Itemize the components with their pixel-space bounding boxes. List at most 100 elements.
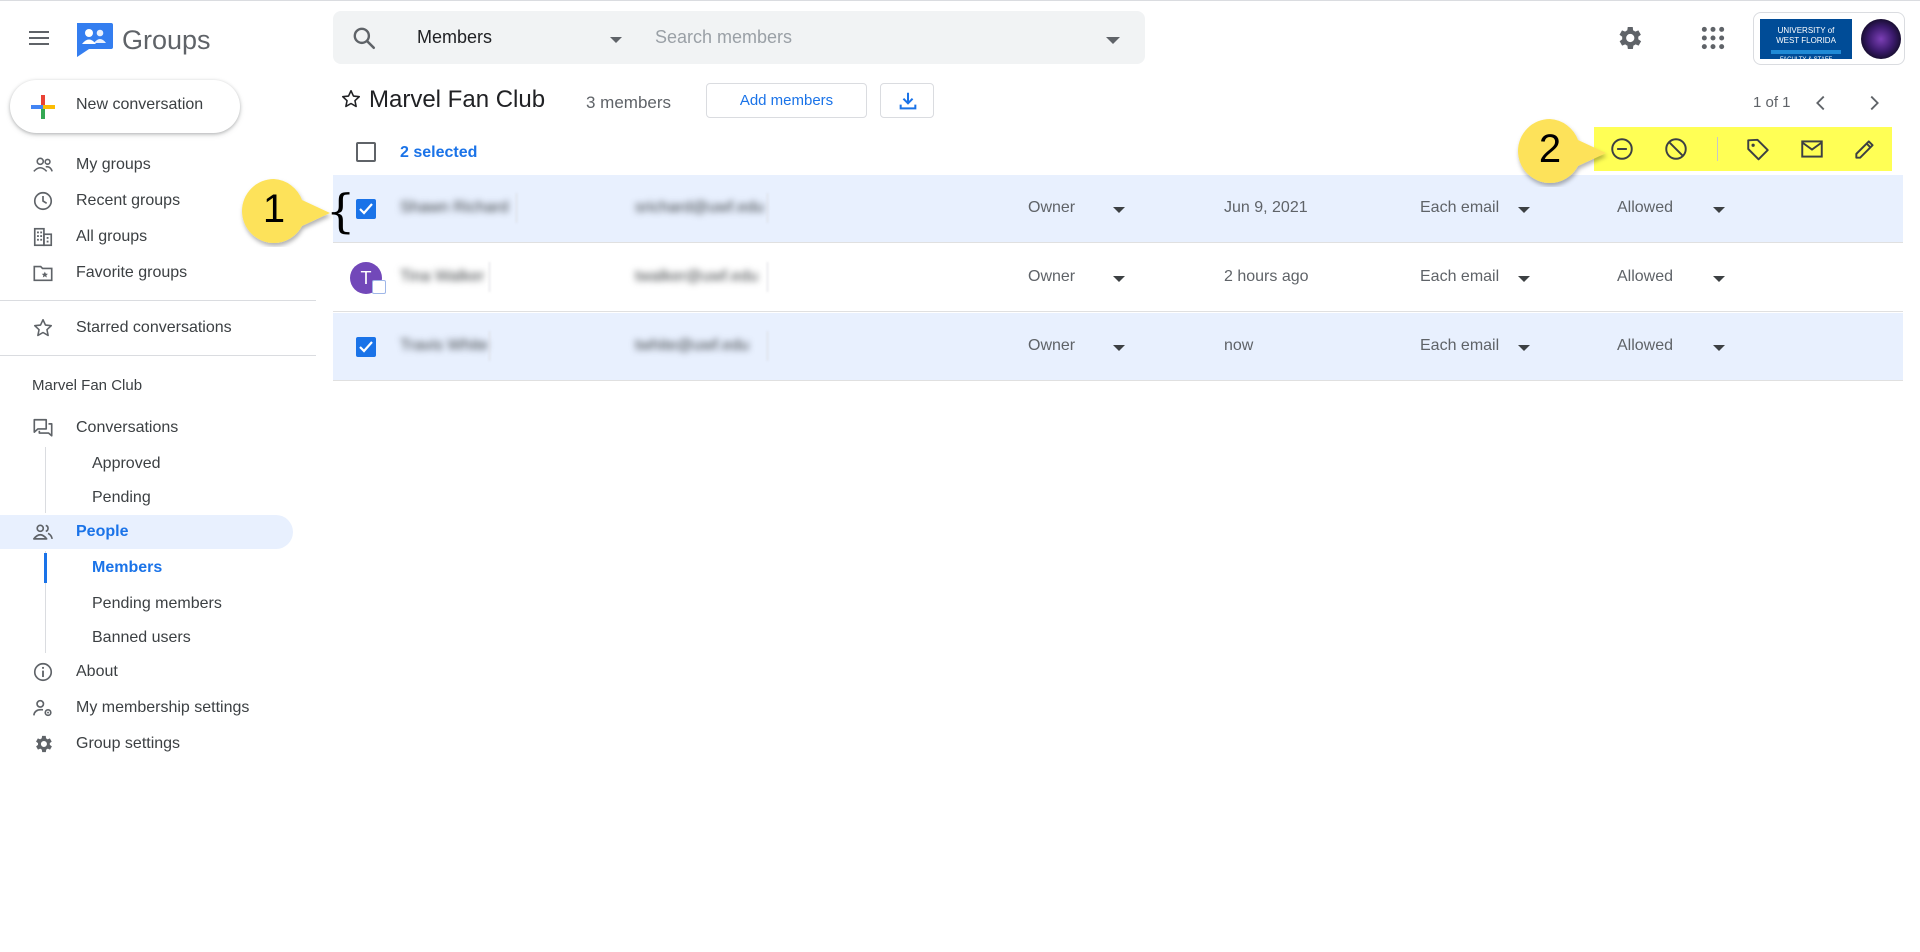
member-role[interactable]: Owner — [1028, 337, 1075, 355]
sidebar-item-starred-conversations[interactable]: Starred conversations — [0, 311, 293, 345]
join-date: Jun 9, 2021 — [1224, 199, 1308, 216]
main-menu-icon[interactable] — [24, 23, 54, 53]
account-avatar[interactable] — [1861, 19, 1901, 59]
sidebar-item-banned-users[interactable]: Banned users — [0, 622, 293, 654]
sidebar-item-pending[interactable]: Pending — [0, 482, 293, 514]
account-switcher[interactable]: UNIVERSITY of WEST FLORIDA FACULTY & STA… — [1753, 12, 1905, 65]
sidebar-item-label: About — [76, 663, 118, 680]
page-title: Marvel Fan Club — [369, 86, 546, 113]
delivery-chevron-down-icon[interactable] — [1518, 207, 1530, 213]
top-bar: Groups Members UNIVERSITY of WEST FLORID… — [0, 0, 1920, 74]
selected-count: 2 selected — [400, 144, 478, 161]
edit-pencil-icon[interactable] — [1852, 136, 1878, 162]
select-all-checkbox[interactable] — [356, 142, 376, 162]
search-bar: Members — [333, 11, 1145, 64]
people-outline-icon — [33, 157, 53, 172]
row-checkbox[interactable] — [356, 199, 376, 219]
posting-chevron-down-icon[interactable] — [1713, 276, 1725, 282]
role-chevron-down-icon[interactable] — [1113, 345, 1125, 351]
building-icon — [33, 227, 53, 247]
export-members-button[interactable] — [880, 83, 934, 118]
avatar-initial: T — [360, 268, 372, 288]
table-row[interactable]: T Tina Walker twalker@uwf.edu Owner 2 ho… — [333, 244, 1903, 312]
posting-chevron-down-icon[interactable] — [1713, 207, 1725, 213]
apps-grid-icon[interactable] — [1700, 25, 1726, 51]
ban-icon[interactable] — [1663, 136, 1689, 162]
member-name[interactable]: Shawn Richard — [400, 199, 509, 217]
org-logo-bar — [1771, 50, 1841, 54]
bulk-actions-toolbar — [1594, 127, 1892, 171]
sidebar-item-label: All groups — [76, 228, 148, 245]
search-icon[interactable] — [351, 25, 377, 51]
sidebar-item-approved[interactable]: Approved — [0, 448, 293, 480]
plus-icon — [31, 95, 55, 119]
table-row[interactable]: Shawn Richard srichard@uwf.edu Owner Jun… — [333, 175, 1903, 243]
member-name[interactable]: Tina Walker — [400, 268, 484, 286]
chevron-right-icon[interactable] — [1863, 92, 1885, 114]
add-members-button[interactable]: Add members — [706, 83, 867, 118]
org-logo-text-3: FACULTY & STAFF — [1779, 57, 1833, 63]
callout-label: 2 — [1538, 127, 1562, 171]
sidebar-item-label: Members — [92, 559, 163, 576]
delivery-setting[interactable]: Each email — [1420, 337, 1499, 355]
search-scope-selector[interactable]: Members — [417, 27, 492, 48]
column-divider — [767, 193, 768, 223]
member-avatar[interactable]: T — [350, 262, 386, 294]
sidebar-item-label: Conversations — [76, 419, 179, 436]
delivery-setting[interactable]: Each email — [1420, 268, 1499, 286]
sidebar-divider — [0, 355, 316, 356]
sidebar-item-conversations[interactable]: Conversations — [0, 411, 293, 445]
sidebar-item-label: Favorite groups — [76, 264, 188, 281]
gear-icon[interactable] — [1614, 23, 1644, 53]
org-logo-text-1: UNIVERSITY of — [1777, 26, 1835, 35]
delivery-setting[interactable]: Each email — [1420, 199, 1499, 217]
delivery-chevron-down-icon[interactable] — [1518, 345, 1530, 351]
sidebar-item-members[interactable]: Members — [0, 552, 293, 584]
star-outline-icon — [33, 318, 53, 337]
member-email: twalker@uwf.edu — [635, 268, 758, 285]
sidebar-item-about[interactable]: About — [0, 655, 293, 689]
mail-icon[interactable] — [1799, 136, 1825, 162]
sidebar-item-favorite-groups[interactable]: Favorite groups — [0, 256, 293, 290]
new-conversation-label: New conversation — [76, 96, 204, 113]
remove-member-icon[interactable] — [1609, 136, 1635, 162]
chevron-left-icon[interactable] — [1810, 92, 1832, 114]
sidebar-item-label: My groups — [76, 156, 151, 173]
new-conversation-button[interactable]: New conversation — [10, 80, 240, 133]
sidebar-item-people[interactable]: People — [0, 515, 293, 549]
checkmark-icon — [359, 203, 373, 215]
posting-permission[interactable]: Allowed — [1617, 268, 1673, 286]
sidebar-item-label: Banned users — [92, 629, 191, 646]
sidebar-item-membership-settings[interactable]: My membership settings — [0, 691, 293, 725]
label-tag-icon[interactable] — [1745, 136, 1771, 162]
member-role[interactable]: Owner — [1028, 268, 1075, 286]
role-chevron-down-icon[interactable] — [1113, 207, 1125, 213]
search-options-chevron-down-icon[interactable] — [1106, 37, 1120, 44]
row-checkbox[interactable] — [356, 337, 376, 357]
sidebar-item-label: Starred conversations — [76, 319, 232, 336]
role-chevron-down-icon[interactable] — [1113, 276, 1125, 282]
groups-logo-icon[interactable] — [74, 19, 114, 59]
sidebar-item-label: Recent groups — [76, 192, 181, 209]
star-outline-icon[interactable] — [340, 88, 362, 110]
member-role[interactable]: Owner — [1028, 199, 1075, 217]
member-name[interactable]: Travis White — [400, 337, 488, 355]
column-divider — [489, 262, 490, 292]
person-settings-icon — [33, 699, 52, 717]
posting-permission[interactable]: Allowed — [1617, 337, 1673, 355]
sidebar-item-group-settings[interactable]: Group settings — [0, 727, 293, 761]
posting-permission[interactable]: Allowed — [1617, 199, 1673, 217]
scope-chevron-down-icon[interactable] — [610, 37, 622, 43]
app-name[interactable]: Groups — [122, 25, 211, 56]
posting-chevron-down-icon[interactable] — [1713, 345, 1725, 351]
sidebar-item-label: Pending — [92, 489, 151, 506]
gear-icon — [36, 735, 52, 753]
sidebar-item-pending-members[interactable]: Pending members — [0, 588, 293, 620]
sidebar-divider — [0, 300, 316, 301]
table-row[interactable]: Travis White twhite@uwf.edu Owner now Ea… — [333, 313, 1903, 381]
sidebar-item-label: Pending members — [92, 595, 222, 612]
search-input[interactable] — [655, 11, 1095, 64]
delivery-chevron-down-icon[interactable] — [1518, 276, 1530, 282]
sidebar-item-label: Approved — [92, 455, 161, 472]
folder-star-icon — [33, 265, 53, 282]
